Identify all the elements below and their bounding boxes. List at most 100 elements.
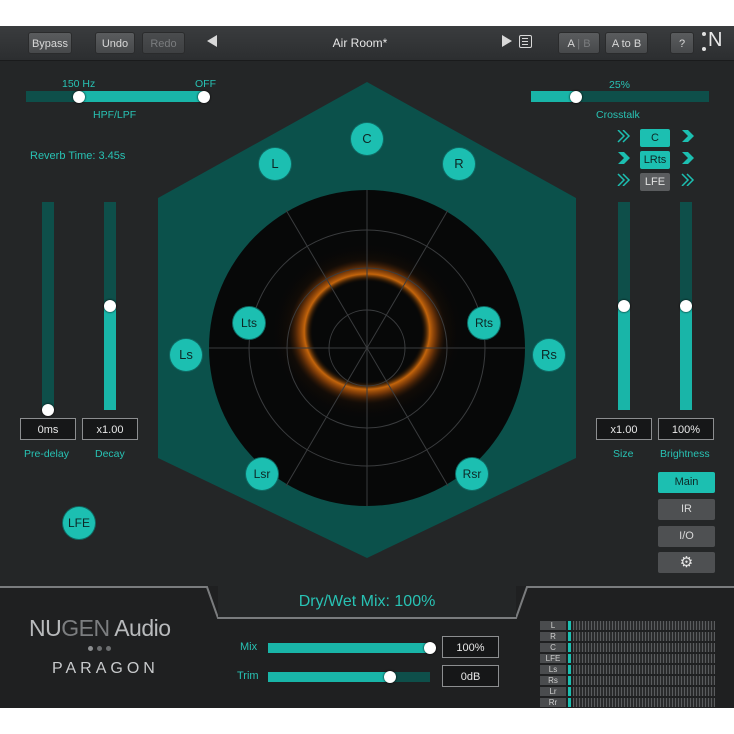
crosstalk-value: 25% [609,79,631,91]
meter-row-rs: Rs [540,676,716,686]
size-handle[interactable] [618,300,630,312]
logo-dot-bottom [702,47,706,51]
meter-level [568,621,571,630]
brightness-label: Brightness [660,448,710,460]
crosstalk-fill [531,91,576,102]
lpf-value: OFF [195,78,216,90]
speaker-l[interactable]: L [259,148,291,180]
speaker-r[interactable]: R [443,148,475,180]
tab-ir[interactable]: IR [658,499,715,520]
tab-io[interactable]: I/O [658,526,715,547]
meter-label: C [540,643,566,652]
meter-scale [573,698,715,707]
speaker-rts[interactable]: Rts [468,307,500,339]
size-field[interactable]: x1.00 [596,418,652,440]
meter-row-r: R [540,632,716,642]
hpf-lpf-label: HPF/LPF [93,109,137,121]
mix-label: Mix [240,641,258,653]
brightness-fill [680,306,692,410]
speaker-rs[interactable]: Rs [533,339,565,371]
mix-field[interactable]: 100% [442,636,499,658]
meter-level [568,687,571,696]
preset-name[interactable]: Air Room* [260,26,460,60]
meter-level [568,632,571,641]
meter-row-ls: Ls [540,665,716,675]
meter-row-rr: Rr [540,698,716,708]
meter-label: LFE [540,654,566,663]
crosstalk-c-button[interactable]: C [640,129,670,147]
nugen-logo-icon: N [708,29,723,51]
meter-scale [573,676,715,685]
tab-main[interactable]: Main [658,472,715,493]
a-to-b-button[interactable]: A to B [605,32,648,54]
meter-scale [573,665,715,674]
meter-row-c: C [540,643,716,653]
reverb-time-readout: Reverb Time: 3.45s [30,150,126,162]
crosstalk-lfe-button[interactable]: LFE [640,173,670,191]
bottom-panel: Dry/Wet Mix: 100% NUGEN Audio PARAGON Mi… [0,586,734,708]
previous-preset-icon[interactable] [207,35,217,47]
meter-level [568,676,571,685]
product-name: PARAGON [52,660,159,677]
drywet-readout: Dry/Wet Mix: 100% [298,593,436,610]
predelay-handle[interactable] [42,404,54,416]
mix-handle[interactable] [424,642,436,654]
meter-scale [573,632,715,641]
nugen-audio-logo: NUGEN Audio [29,615,171,641]
meter-label: Ls [540,665,566,674]
brand-dot-2 [97,646,102,651]
meter-label: Rr [540,698,566,707]
meter-scale [573,654,715,663]
preset-list-icon[interactable] [519,35,532,48]
meter-scale [573,643,715,652]
speaker-c[interactable]: C [351,123,383,155]
meter-scale [573,621,715,630]
speaker-rsr[interactable]: Rsr [456,458,488,490]
speaker-lts[interactable]: Lts [233,307,265,339]
redo-button[interactable]: Redo [142,32,185,54]
toolbar: Bypass Undo Redo Air Room* A | B A to B … [0,26,734,61]
brightness-handle[interactable] [680,300,692,312]
decay-field[interactable]: x1.00 [82,418,138,440]
help-button[interactable]: ? [670,32,694,54]
lpf-handle[interactable] [198,91,210,103]
predelay-slider[interactable] [42,202,54,410]
settings-button[interactable]: ⚙ [658,552,715,573]
mix-fill [268,643,430,653]
trim-label: Trim [237,670,259,682]
decay-handle[interactable] [104,300,116,312]
size-label: Size [613,448,634,460]
crosstalk-handle[interactable] [569,91,582,103]
logo-dot-top [702,32,706,36]
meter-row-lr: Lr [540,687,716,697]
decay-fill [104,306,116,410]
predelay-label: Pre-delay [24,448,69,460]
crosstalk-lrts-button[interactable]: LRts [640,151,670,169]
brand-dot-1 [88,646,93,651]
brightness-field[interactable]: 100% [658,418,714,440]
trim-handle[interactable] [383,671,396,683]
ab-b-label: B [583,38,591,50]
size-fill [618,306,630,410]
meter-label: Rs [540,676,566,685]
ab-toggle[interactable]: A | B [558,32,600,54]
meter-label: L [540,621,566,630]
bypass-button[interactable]: Bypass [28,32,72,54]
hpf-value: 150 Hz [62,78,96,90]
hpf-lpf-range [79,91,204,102]
speaker-lfe[interactable]: LFE [63,507,95,539]
speaker-lsr[interactable]: Lsr [246,458,278,490]
predelay-field[interactable]: 0ms [20,418,76,440]
next-preset-icon[interactable] [502,35,512,47]
speaker-ls[interactable]: Ls [170,339,202,371]
meter-label: R [540,632,566,641]
brand-dot-3 [106,646,111,651]
meter-level [568,643,571,652]
trim-fill [268,672,390,682]
meter-level [568,654,571,663]
meter-level [568,698,571,707]
trim-field[interactable]: 0dB [442,665,499,687]
undo-button[interactable]: Undo [95,32,135,54]
meter-label: Lr [540,687,566,696]
gear-icon: ⚙ [679,554,694,571]
